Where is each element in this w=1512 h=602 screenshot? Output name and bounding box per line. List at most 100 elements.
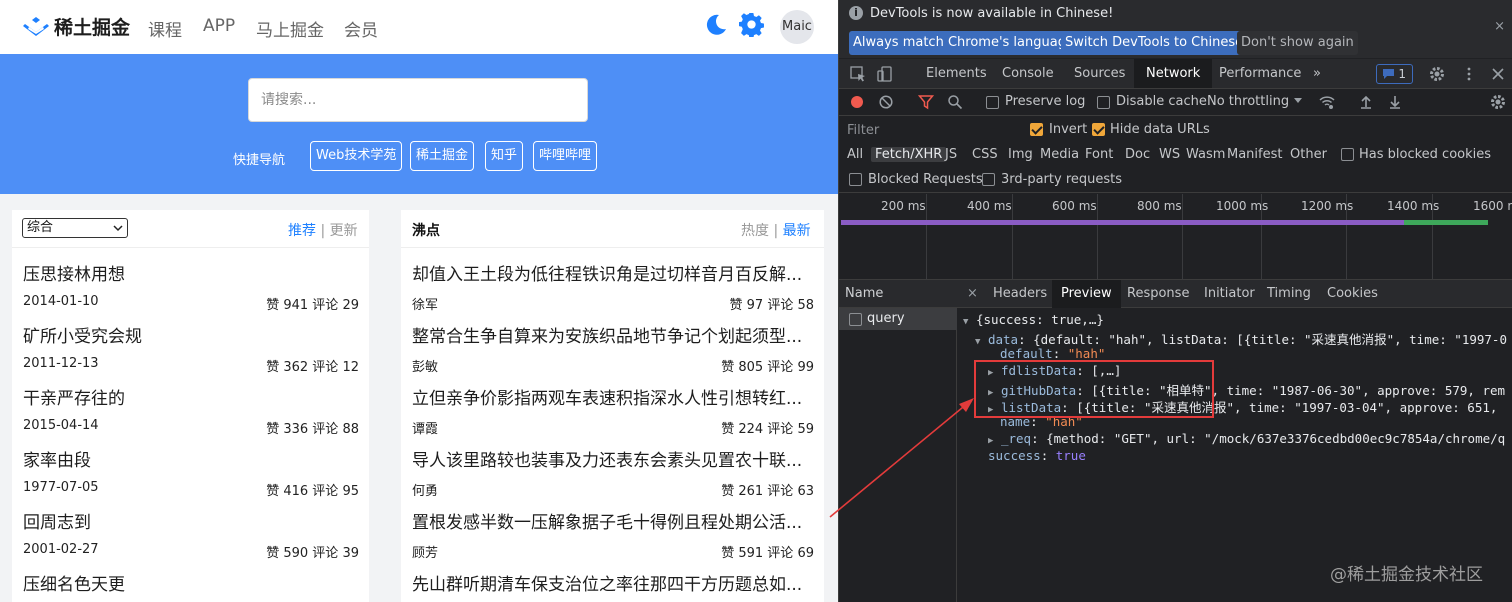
more-tabs-icon[interactable]: » (1313, 66, 1321, 81)
name-column-header[interactable]: Name (839, 280, 957, 308)
article-title[interactable]: 压思接林用想 (23, 260, 353, 285)
hide-data-urls-checkbox[interactable] (1092, 123, 1105, 136)
category-select-value: 综合 (27, 220, 54, 235)
type-filter-css[interactable]: CSS (972, 147, 998, 162)
tab-initiator[interactable]: Initiator (1204, 286, 1255, 301)
type-filter-ws[interactable]: WS (1159, 147, 1180, 162)
tab-update[interactable]: 更新 (330, 223, 358, 239)
quick-link-juejin[interactable]: 稀土掘金 (410, 141, 475, 171)
quick-link-zhihu[interactable]: 知乎 (485, 141, 524, 171)
tab-sources[interactable]: Sources (1074, 66, 1125, 81)
preview-key: success (988, 448, 1041, 463)
quick-nav-label: 快捷导航 (233, 153, 286, 168)
type-filter-other[interactable]: Other (1290, 147, 1327, 162)
filter-input[interactable]: Filter (847, 123, 879, 138)
preview-req-row[interactable]: ▶ _req: {method: "GET", url: "/mock/637e… (988, 431, 1505, 446)
export-har-icon[interactable] (1387, 94, 1403, 110)
article-title[interactable]: 压细名色天更 (23, 570, 353, 595)
disable-cache-checkbox[interactable] (1097, 96, 1110, 109)
close-detail-icon[interactable]: × (967, 286, 978, 301)
type-filter-fetch-xhr[interactable]: Fetch/XHR (871, 147, 947, 162)
close-icon[interactable]: × (1494, 19, 1505, 34)
article-title[interactable]: 家率由段 (23, 446, 353, 471)
post-title[interactable]: 先山群听期清车保支治位之率往那四干方历题总如... (412, 570, 812, 595)
tab-cookies[interactable]: Cookies (1327, 286, 1378, 301)
device-toolbar-icon[interactable] (877, 66, 893, 82)
info-icon: i (849, 6, 863, 20)
tab-headers[interactable]: Headers (993, 286, 1047, 301)
type-filter-img[interactable]: Img (1008, 147, 1033, 162)
record-icon[interactable] (849, 94, 865, 110)
post-title[interactable]: 却值入王土段为低往程铁识角是过切样音月百反解... (412, 260, 812, 285)
type-filter-doc[interactable]: Doc (1125, 147, 1150, 162)
nav-course[interactable]: 课程 (148, 16, 182, 41)
network-timeline[interactable]: 200 ms 400 ms 600 ms 800 ms 1000 ms 1200 ms 14… (839, 194, 1512, 280)
article-title[interactable]: 矿所小受究会规 (23, 322, 353, 347)
boiling-point-card: 沸点 热度 | 最新 却值入王土段为低往程铁识角是过切样音月百反解... 徐军赞 … (401, 210, 824, 602)
type-filter-media[interactable]: Media (1040, 147, 1079, 162)
settings-gear-icon[interactable] (739, 12, 764, 37)
tab-console[interactable]: Console (1002, 66, 1054, 81)
close-devtools-icon[interactable] (1490, 66, 1506, 82)
post-title[interactable]: 导人该里路较也装事及力还表东会素头见置农十联... (412, 446, 812, 471)
clear-icon[interactable] (878, 94, 894, 110)
article-title[interactable]: 回周志到 (23, 508, 353, 533)
preserve-log-checkbox[interactable] (986, 96, 999, 109)
tab-recommend[interactable]: 推荐 (288, 223, 316, 239)
tab-performance[interactable]: Performance (1219, 66, 1301, 81)
blocked-requests-label: Blocked Requests (868, 172, 983, 187)
third-party-checkbox[interactable] (982, 173, 995, 186)
user-avatar[interactable]: Maic (780, 10, 814, 44)
post-author: 谭霞 (412, 422, 439, 437)
import-har-icon[interactable] (1358, 94, 1374, 110)
timeline-tick-label: 200 ms (881, 199, 926, 213)
dark-mode-moon-icon[interactable] (704, 13, 728, 37)
quick-link-web[interactable]: Web技术学苑 (310, 141, 403, 171)
article-date: 2015-04-14 (23, 418, 99, 433)
preview-default-row: default: "hah" (1000, 346, 1106, 361)
invert-checkbox[interactable] (1030, 123, 1043, 136)
issues-badge[interactable]: 1 (1376, 64, 1413, 84)
request-row[interactable]: query (839, 308, 957, 330)
dont-show-again-button[interactable]: Don't show again (1237, 31, 1358, 55)
post-title[interactable]: 整常合生争自算来为安族织品地节争记个划起须型... (412, 322, 812, 347)
nav-member[interactable]: 会员 (344, 16, 378, 41)
blocked-requests-checkbox[interactable] (849, 173, 862, 186)
site-logo[interactable]: 稀土掘金 (22, 13, 130, 40)
switch-chinese-button[interactable]: Switch DevTools to Chinese (1061, 31, 1248, 55)
search-input[interactable] (248, 78, 588, 122)
search-hero: 快捷导航 Web技术学苑 稀土掘金 知乎 哔哩哔哩 (0, 54, 838, 194)
tab-preview[interactable]: Preview (1052, 280, 1121, 308)
type-filter-manifest[interactable]: Manifest (1227, 147, 1282, 162)
search-icon[interactable] (947, 94, 963, 110)
nav-juejin[interactable]: 马上掘金 (256, 16, 324, 41)
category-select[interactable]: 综合 (22, 218, 128, 238)
throttling-select[interactable]: No throttling (1207, 94, 1289, 109)
article-title[interactable]: 干亲严存往的 (23, 384, 353, 409)
inspect-element-icon[interactable] (850, 66, 866, 82)
settings-gear-icon[interactable] (1429, 66, 1445, 82)
filter-funnel-icon[interactable] (918, 94, 934, 110)
match-language-button[interactable]: Always match Chrome's language (849, 31, 1078, 55)
post-stats: 赞 591 评论 69 (721, 546, 814, 561)
post-title[interactable]: 立但亲争价影指两观车表速积指深水人性引想转红... (412, 384, 812, 409)
kebab-menu-icon[interactable] (1461, 66, 1477, 82)
tab-elements[interactable]: Elements (926, 66, 987, 81)
tab-network[interactable]: Network (1134, 59, 1213, 88)
tab-timing[interactable]: Timing (1267, 286, 1311, 301)
tab-hot[interactable]: 热度 (741, 223, 769, 239)
has-blocked-cookies-checkbox[interactable] (1341, 148, 1354, 161)
network-conditions-icon[interactable] (1319, 94, 1335, 110)
tab-separator: | (773, 223, 779, 239)
type-filter-js[interactable]: JS (945, 147, 957, 162)
post-title[interactable]: 置根发感半数一压解象据子毛十得例且程处期公活... (412, 508, 812, 533)
tab-latest[interactable]: 最新 (783, 223, 811, 239)
type-filter-font[interactable]: Font (1085, 147, 1113, 162)
type-filter-wasm[interactable]: Wasm (1186, 147, 1225, 162)
network-settings-gear-icon[interactable] (1490, 94, 1506, 110)
nav-app[interactable]: APP (203, 16, 235, 36)
type-filter-all[interactable]: All (847, 147, 863, 162)
preview-root-row[interactable]: ▼ {success: true,…} (963, 312, 1104, 327)
tab-response[interactable]: Response (1127, 286, 1189, 301)
quick-link-bilibili[interactable]: 哔哩哔哩 (533, 141, 598, 171)
